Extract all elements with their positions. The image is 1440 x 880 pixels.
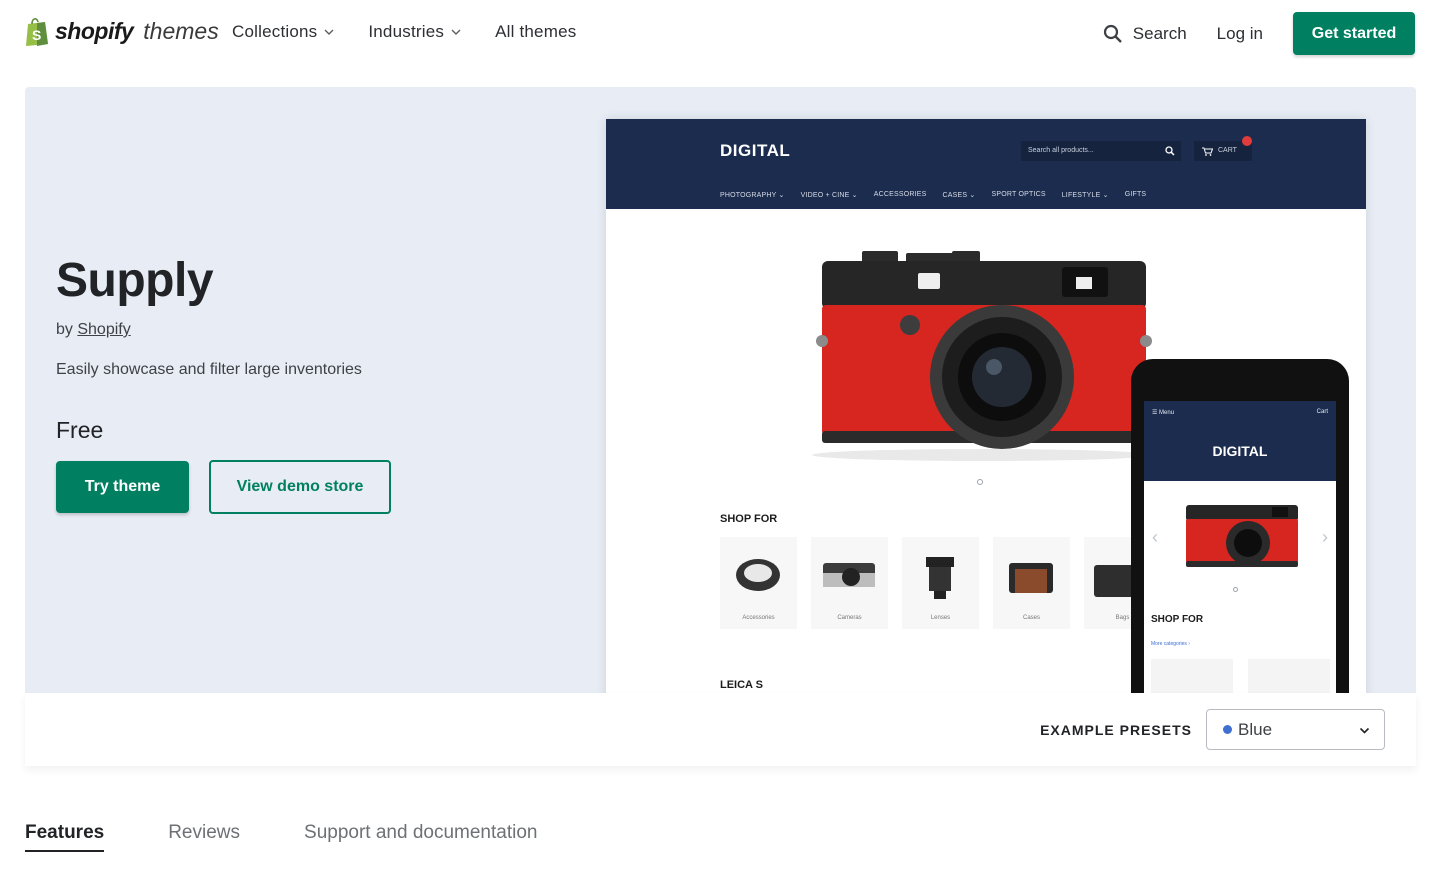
try-theme-button[interactable]: Try theme [56,461,189,513]
preview-menu-item: VIDEO + CINE ⌄ [800,192,858,199]
preview-search-bar: Search all products... [1021,141,1181,161]
preset-select[interactable]: Blue [1206,709,1385,750]
search-icon [1165,146,1175,156]
preview-section-title: LEICA S [720,679,763,691]
mobile-preview: ☰ Menu Cart DIGITAL ‹ › SHOP FOR More ca… [1131,359,1349,693]
preview-store-logo: DIGITAL [720,141,791,160]
carousel-dot [977,479,983,485]
category-card: Lenses [902,537,979,629]
theme-author: by Shopify [56,321,131,339]
camera-product-image [812,251,1152,461]
mobile-shop-for-heading: SHOP FOR [1151,614,1204,625]
camera-icon [823,563,875,587]
nav-all-themes[interactable]: All themes [495,22,576,42]
chevron-down-icon [451,29,461,35]
nav-industries[interactable]: Industries [368,22,461,42]
mobile-cart-label: Cart [1316,409,1328,415]
lens-ring-icon [736,559,780,591]
mobile-menu-label: ☰ Menu [1152,410,1175,416]
mobile-store-logo: DIGITAL [1212,443,1268,459]
nav-actions: Search Log in Get started [1103,12,1415,55]
login-link[interactable]: Log in [1217,24,1263,44]
chevron-left-icon: ‹ [1152,527,1158,547]
nav-all-themes-label: All themes [495,22,577,41]
category-label: Lenses [930,615,951,621]
chevron-down-icon [1359,727,1370,734]
category-label: Cases [1022,615,1040,621]
mobile-screen: ☰ Menu Cart DIGITAL ‹ › SHOP FOR More ca… [1144,401,1336,693]
preview-store-header: DIGITAL Search all products... CART PHOT… [606,119,1366,209]
search-icon [1103,24,1122,43]
get-started-button[interactable]: Get started [1293,12,1415,55]
theme-detail-tabs: Features Reviews Support and documentati… [25,822,537,852]
author-prefix: by [56,321,73,338]
preview-cart-label: CART [1218,147,1237,154]
chevron-down-icon [324,29,334,35]
preview-menu-item: CASES ⌄ [942,192,976,199]
category-label: Accessories [742,615,775,621]
preview-cart: CART [1194,136,1252,161]
nav-collections-label: Collections [232,22,318,41]
mobile-store-header: ☰ Menu Cart DIGITAL [1144,401,1336,481]
preview-menu-item: PHOTOGRAPHY ⌄ [720,192,785,199]
theme-title: Supply [56,254,214,307]
search-label: Search [1132,23,1187,43]
mobile-more-categories-link: More categories › [1151,641,1190,647]
tab-support-and-documentation[interactable]: Support and documentation [304,822,537,852]
top-navigation: S shopify themes Collections Industries A… [0,0,1440,68]
mobile-category-card [1248,659,1330,693]
svg-text:S: S [32,27,41,43]
preview-menu-item: LIFESTYLE ⌄ [1061,192,1109,199]
shopify-themes-logo[interactable]: S shopify themes [24,16,219,46]
presets-bar: EXAMPLE PRESETS Blue [25,693,1416,766]
shopify-bag-icon: S [26,18,48,46]
preset-color-swatch [1223,725,1232,734]
theme-description: Easily showcase and filter large invento… [56,361,362,378]
theme-hero: Supply by Shopify Easily showcase and fi… [25,87,1416,693]
mobile-camera-image [1186,505,1298,567]
theme-price: Free [56,417,104,443]
nav-industries-label: Industries [368,22,445,41]
lens-icon [926,557,954,599]
view-demo-store-button[interactable]: View demo store [209,460,391,514]
preset-selected-value: Blue [1238,719,1273,739]
preview-menu-item: ACCESSORIES [873,191,927,198]
preview-menu: PHOTOGRAPHY ⌄ VIDEO + CINE ⌄ ACCESSORIES… [720,191,1146,199]
category-label: Cameras [837,615,862,621]
search-link[interactable]: Search [1103,24,1187,44]
preview-category-row: Accessories Cameras Lenses Cases Bags [720,537,1161,629]
preview-search-placeholder: Search all products... [1028,147,1094,154]
example-presets-label: EXAMPLE PRESETS [1040,722,1192,738]
nav-collections[interactable]: Collections [232,22,334,42]
tab-features[interactable]: Features [25,822,105,852]
preview-menu-item: GIFTS [1124,191,1147,198]
cart-icon [1202,147,1213,156]
tab-reviews[interactable]: Reviews [168,822,240,852]
preview-shop-for-heading: SHOP FOR [720,513,778,525]
cart-count-badge [1242,136,1252,146]
chevron-right-icon: › [1322,527,1328,547]
category-card: Accessories [720,537,797,629]
primary-nav: Collections Industries All themes [232,22,576,42]
camera-case-icon [1009,563,1053,593]
logo-subtitle: themes [143,17,219,44]
preview-menu-item: SPORT OPTICS [991,191,1046,198]
logo-wordmark: shopify [55,17,134,44]
carousel-dot [1233,587,1238,592]
author-link[interactable]: Shopify [77,321,130,338]
mobile-category-card [1151,659,1233,693]
category-card: Cases [993,537,1070,629]
category-card: Cameras [811,537,888,629]
